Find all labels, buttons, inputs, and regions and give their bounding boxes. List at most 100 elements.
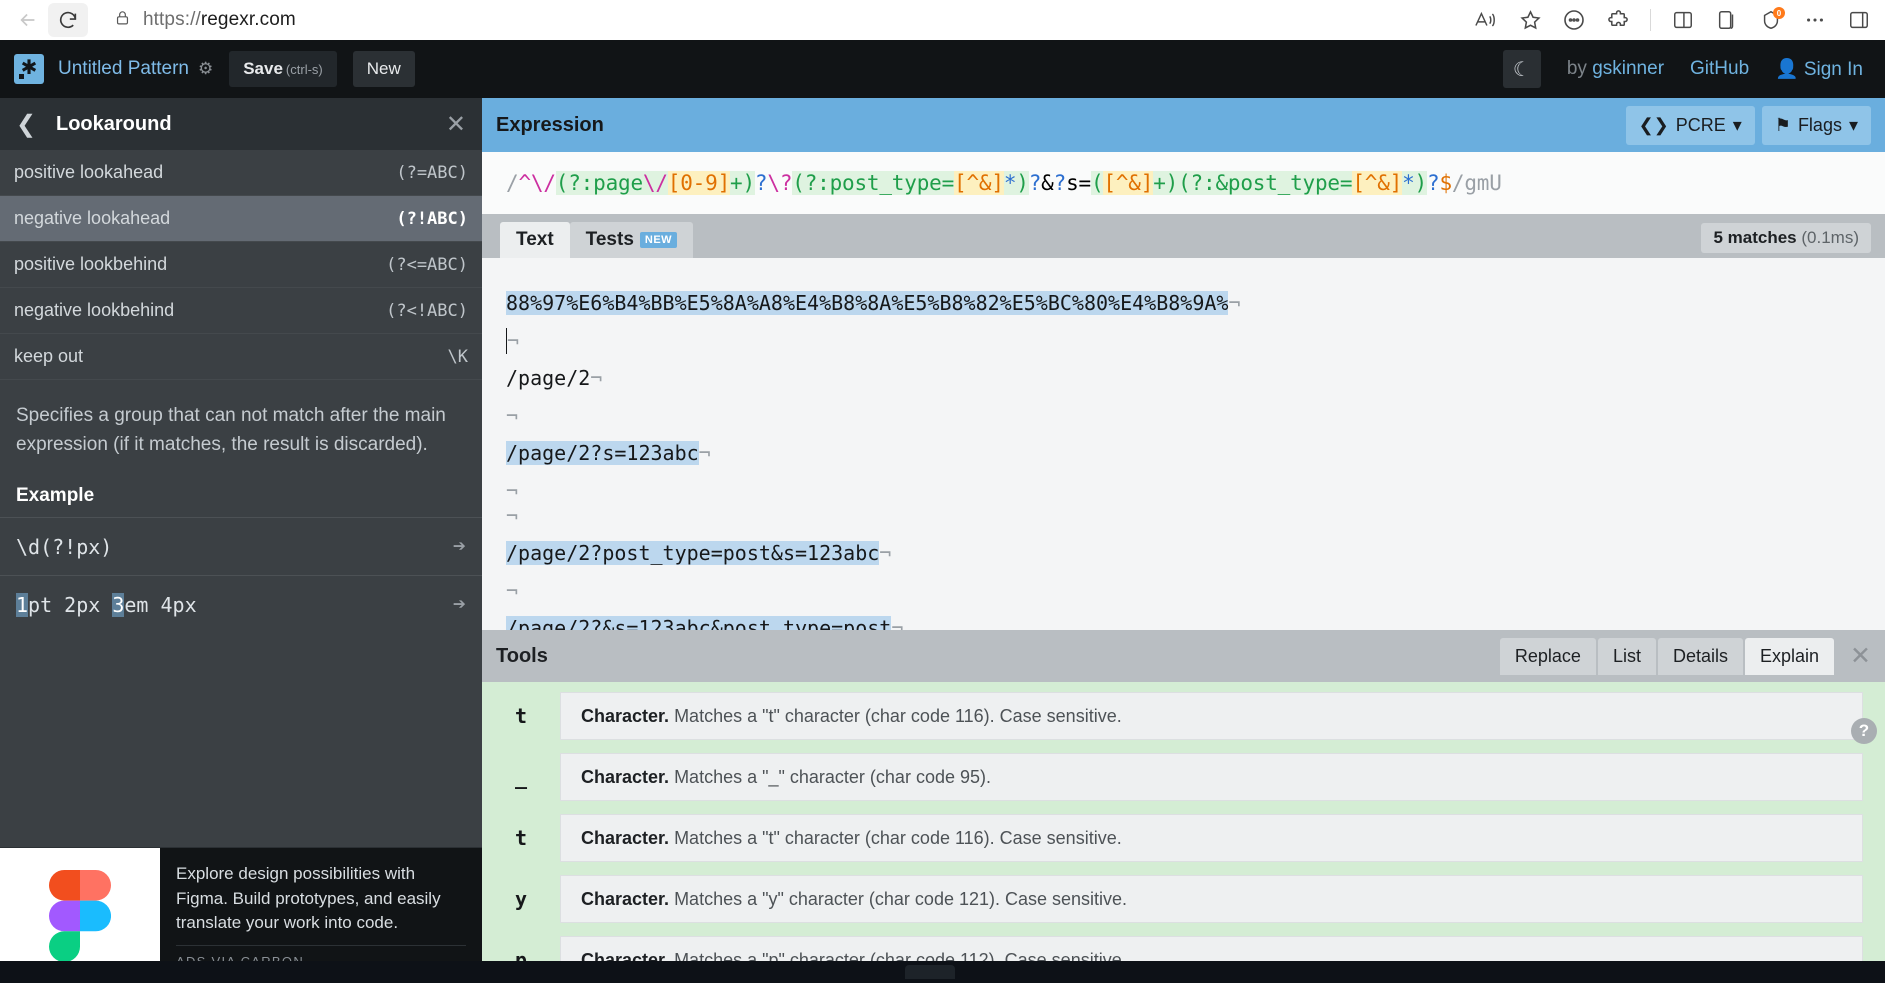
close-icon[interactable]: ✕ bbox=[446, 110, 466, 139]
tab-text-label: Text bbox=[516, 229, 554, 250]
github-link[interactable]: GitHub bbox=[1690, 58, 1749, 80]
address-bar-text: https://regexr.com bbox=[143, 9, 296, 31]
page-title[interactable]: Untitled Pattern bbox=[58, 58, 189, 80]
collections-icon[interactable] bbox=[1709, 3, 1745, 37]
matched-text: /page/2?post_type=post&s=123abc bbox=[506, 541, 880, 565]
code-brackets-icon: ❮❯ bbox=[1638, 114, 1669, 135]
copilot-icon[interactable] bbox=[1556, 3, 1592, 37]
sidebar-item-positive-lookbehind[interactable]: positive lookbehind (?<=ABC) bbox=[0, 242, 482, 288]
explain-row[interactable]: _ Character. Matches a "_" character (char… bbox=[515, 753, 1863, 801]
text-line: ¬ bbox=[506, 478, 1861, 503]
sidebar-item-code: (?<!ABC) bbox=[386, 300, 468, 321]
pattern-token-3: (?:page bbox=[555, 171, 643, 195]
help-question-icon[interactable]: ? bbox=[1851, 718, 1877, 744]
address-bar[interactable]: https://regexr.com bbox=[100, 3, 1462, 37]
arrow-right-icon[interactable]: ➔ bbox=[453, 534, 466, 559]
split-screen-icon[interactable] bbox=[1665, 3, 1701, 37]
line-end-glyph: ¬ bbox=[506, 503, 519, 528]
sidebar-header: ❮ Lookaround ✕ bbox=[0, 98, 482, 150]
pattern-token-2: \/ bbox=[530, 171, 556, 195]
expression-input[interactable]: /^\/(?:page\/[0-9]+)?\?(?:post_type=[^&]… bbox=[482, 152, 1885, 214]
explain-row-kind: Character. bbox=[581, 888, 670, 909]
regexr-logo-icon[interactable]: ✱ bbox=[14, 54, 44, 84]
browser-essentials-icon[interactable]: 0 bbox=[1753, 3, 1789, 37]
tab-text[interactable]: Text bbox=[500, 222, 570, 258]
main-panel: Expression ❮❯ PCRE ▾ ⚑ Flags ▾ /^\/(?:pa… bbox=[482, 98, 1885, 983]
sidebar-item-keep-out[interactable]: keep out \K bbox=[0, 334, 482, 380]
sidebar-item-label: positive lookbehind bbox=[14, 254, 168, 274]
text-line: ¬ bbox=[506, 578, 1861, 603]
reload-icon[interactable] bbox=[48, 3, 88, 37]
tools-tab-explain[interactable]: Explain bbox=[1745, 637, 1835, 675]
sign-in-link[interactable]: 👤 Sign In bbox=[1775, 57, 1863, 81]
line-end-glyph: ¬ bbox=[590, 366, 603, 390]
url-host: regexr.com bbox=[200, 9, 296, 30]
match-count-badge: 5 matches (0.1ms) bbox=[1701, 223, 1871, 253]
sidebar-example-sample-row[interactable]: 1pt 2px 3em 4px ➔ bbox=[0, 575, 482, 633]
browser-essentials-badge: 0 bbox=[1773, 7, 1785, 19]
explain-row[interactable]: t Character. Matches a "t" character (char… bbox=[515, 814, 1863, 862]
close-icon[interactable]: ✕ bbox=[1850, 641, 1871, 671]
read-aloud-icon[interactable] bbox=[1468, 3, 1504, 37]
match-time: (0.1ms) bbox=[1801, 228, 1859, 247]
tools-tab-replace[interactable]: Replace bbox=[1499, 637, 1596, 675]
sidebar-item-positive-lookahead[interactable]: positive lookahead (?=ABC) bbox=[0, 150, 482, 196]
explain-row-kind: Character. bbox=[581, 827, 670, 848]
line-end-glyph: ¬ bbox=[506, 478, 519, 503]
tab-tests[interactable]: Tests NEW bbox=[569, 222, 694, 258]
pattern-token-12: * bbox=[1003, 171, 1017, 195]
expression-pattern: /^\/(?:page\/[0-9]+)?\?(?:post_type=[^&]… bbox=[506, 171, 1502, 195]
explain-row-token: t bbox=[514, 704, 528, 728]
browser-toolbar: https://regexr.com 0 bbox=[0, 0, 1885, 40]
explain-row[interactable]: y Character. Matches a "y" character (char… bbox=[515, 875, 1863, 923]
sidebar-item-label: keep out bbox=[14, 346, 84, 366]
os-taskbar bbox=[0, 961, 1885, 983]
sidebar-item-code: (?=ABC) bbox=[396, 162, 468, 183]
sidebar-toggle-icon[interactable] bbox=[1841, 3, 1877, 37]
new-button[interactable]: New bbox=[352, 51, 415, 87]
logo-dot bbox=[19, 74, 24, 79]
chevron-left-icon[interactable]: ❮ bbox=[16, 110, 50, 139]
arrow-right-icon[interactable]: ➔ bbox=[453, 592, 466, 617]
line-end-glyph: ¬ bbox=[698, 441, 711, 465]
engine-selector-button[interactable]: ❮❯ PCRE ▾ bbox=[1625, 105, 1755, 145]
tools-tab-details[interactable]: Details bbox=[1657, 637, 1743, 675]
text-editor[interactable]: 88%97%E6%B4%BB%E5%8A%A8%E4%B8%8A%E5%B8%8… bbox=[482, 258, 1885, 630]
save-button[interactable]: Save (ctrl-s) bbox=[229, 51, 337, 87]
moon-icon[interactable]: ☾ bbox=[1502, 50, 1541, 88]
explain-row-kind: Character. bbox=[581, 705, 670, 726]
gear-icon[interactable]: ⚙ bbox=[198, 59, 213, 79]
explain-row[interactable]: t Character. Matches a "t" character (char… bbox=[515, 692, 1863, 740]
text-line: /page/2 ¬ bbox=[506, 353, 1861, 403]
ellipsis-more-icon[interactable] bbox=[1797, 3, 1833, 37]
pattern-token-5: [0-9] bbox=[667, 171, 731, 195]
toolbar-icons: 0 bbox=[1468, 3, 1877, 37]
line-end-glyph: ¬ bbox=[1228, 291, 1241, 315]
sidebar-item-code: (?<=ABC) bbox=[386, 254, 468, 275]
tab-tests-label: Tests bbox=[585, 229, 634, 250]
expression-header-buttons: ❮❯ PCRE ▾ ⚑ Flags ▾ bbox=[1625, 105, 1871, 145]
pattern-token-22: (?:&post_type= bbox=[1178, 171, 1353, 195]
header-right: ☾ by gskinner GitHub 👤 Sign In bbox=[1502, 50, 1871, 88]
new-badge: NEW bbox=[639, 232, 678, 248]
sidebar-item-negative-lookahead[interactable]: negative lookahead (?!ABC) bbox=[0, 196, 482, 242]
line-end-glyph: ¬ bbox=[506, 578, 519, 603]
explain-row-description: Matches a "_" character (char code 95). bbox=[674, 766, 991, 787]
sidebar-item-negative-lookbehind[interactable]: negative lookbehind (?<!ABC) bbox=[0, 288, 482, 334]
star-icon[interactable] bbox=[1512, 3, 1548, 37]
explain-row-token: t bbox=[514, 826, 528, 850]
back-arrow-icon[interactable] bbox=[8, 3, 48, 37]
text-line: /page/2?&s=123abc&post_type=post ¬ bbox=[506, 603, 1861, 630]
pattern-token-14: ? bbox=[1028, 171, 1042, 195]
tools-tab-list: Replace List Details Explain bbox=[1498, 637, 1835, 675]
tools-tab-list[interactable]: List bbox=[1597, 637, 1656, 675]
puzzle-extensions-icon[interactable] bbox=[1600, 3, 1636, 37]
engine-label: PCRE bbox=[1675, 114, 1726, 135]
pattern-token-13: ) bbox=[1016, 171, 1029, 195]
sidebar-example-pattern-row[interactable]: \d(?!px) ➔ bbox=[0, 517, 482, 575]
explain-panel: t Character. Matches a "t" character (char… bbox=[482, 682, 1885, 983]
ad-text: Explore design possibilities with Figma.… bbox=[176, 864, 441, 933]
line-end-glyph: ¬ bbox=[506, 403, 519, 428]
author-credit[interactable]: by gskinner bbox=[1567, 58, 1664, 80]
flags-button[interactable]: ⚑ Flags ▾ bbox=[1761, 105, 1871, 145]
